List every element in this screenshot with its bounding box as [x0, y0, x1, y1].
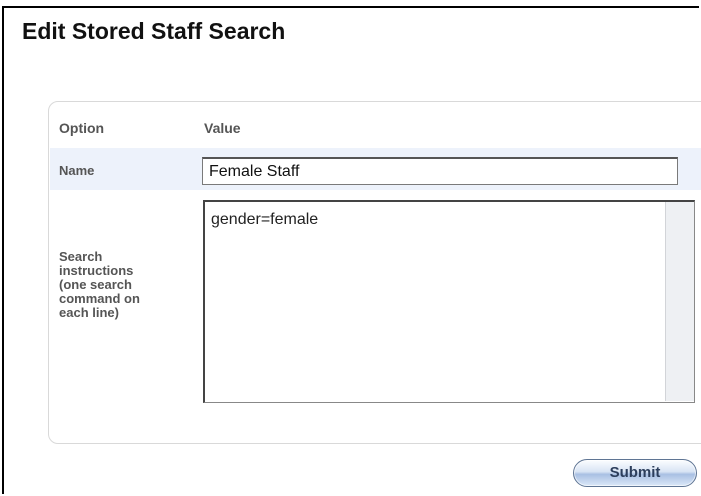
- label-line: instructions: [59, 263, 134, 278]
- column-header-value: Value: [204, 120, 241, 136]
- search-instructions-field-wrapper: gender=female: [203, 200, 695, 403]
- name-label: Name: [59, 163, 95, 178]
- column-header-option: Option: [59, 120, 105, 136]
- label-line: command on: [59, 291, 140, 306]
- label-line: Search: [59, 249, 103, 264]
- search-instructions-label: Search instructions (one search command …: [59, 250, 140, 320]
- label-line: (one search: [59, 277, 132, 292]
- submit-button[interactable]: Submit: [573, 459, 697, 487]
- label-line: each line): [59, 305, 119, 320]
- textarea-scrollbar[interactable]: [665, 202, 694, 401]
- name-field[interactable]: [202, 157, 678, 185]
- page-title: Edit Stored Staff Search: [22, 18, 286, 44]
- search-instructions-field[interactable]: gender=female: [205, 202, 667, 401]
